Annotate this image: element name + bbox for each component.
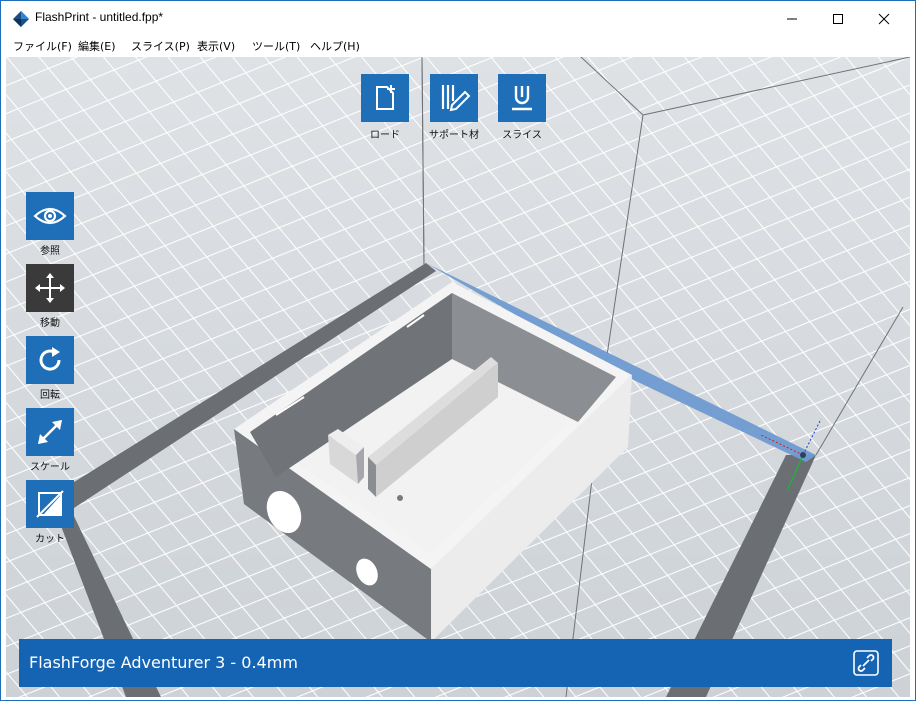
window-title: FlashPrint - untitled.fpp* (35, 10, 164, 24)
slice-button[interactable]: スライス (494, 74, 550, 141)
slice-icon (498, 74, 546, 122)
menu-slice[interactable]: スライス(P) (131, 39, 190, 55)
move-arrows-icon (26, 264, 74, 312)
menu-file[interactable]: ファイル(F) (13, 39, 72, 55)
build-plate-scene[interactable] (6, 57, 910, 697)
rotate-icon (26, 336, 74, 384)
flashprint-logo-icon (12, 10, 30, 28)
title-bar: FlashPrint - untitled.fpp* (1, 1, 915, 37)
support-button[interactable]: サポート材 (426, 74, 482, 141)
cut-icon (26, 480, 74, 528)
menu-tools[interactable]: ツール(T) (252, 39, 300, 55)
scale-icon (26, 408, 74, 456)
printer-status-bar: FlashForge Adventurer 3 - 0.4mm (19, 639, 892, 687)
rotate-tool-label: 回転 (40, 390, 60, 401)
3d-viewport[interactable]: ロード サポート材 スライス 参照 移動 回転 スケール カット FlashFo… (6, 57, 910, 697)
slice-label: スライス (502, 130, 542, 141)
load-file-icon (361, 74, 409, 122)
rotate-tool-button[interactable]: 回転 (22, 336, 78, 401)
app-window: FlashPrint - untitled.fpp* ファイル(F) 編集(E)… (0, 0, 916, 701)
cut-tool-button[interactable]: カット (22, 480, 78, 545)
load-button[interactable]: ロード (357, 74, 413, 141)
move-tool-button[interactable]: 移動 (22, 264, 78, 329)
printer-name: FlashForge Adventurer 3 - 0.4mm (29, 653, 298, 672)
menu-edit[interactable]: 編集(E) (78, 39, 116, 55)
view-tool-button[interactable]: 参照 (22, 192, 78, 257)
view-tool-label: 参照 (40, 246, 60, 257)
cut-tool-label: カット (35, 534, 65, 545)
minimize-button[interactable] (769, 1, 815, 37)
close-button[interactable] (861, 1, 907, 37)
scale-tool-button[interactable]: スケール (22, 408, 78, 473)
move-tool-label: 移動 (40, 318, 60, 329)
load-label: ロード (370, 130, 400, 141)
menu-bar: ファイル(F) 編集(E) スライス(P) 表示(V) ツール(T) ヘルプ(H… (1, 37, 915, 57)
support-material-icon (430, 74, 478, 122)
scale-tool-label: スケール (30, 462, 70, 473)
support-label: サポート材 (429, 130, 479, 141)
eye-icon (26, 192, 74, 240)
menu-view[interactable]: 表示(V) (197, 39, 235, 55)
menu-help[interactable]: ヘルプ(H) (310, 39, 360, 55)
maximize-button[interactable] (815, 1, 861, 37)
link-icon[interactable] (852, 649, 880, 677)
